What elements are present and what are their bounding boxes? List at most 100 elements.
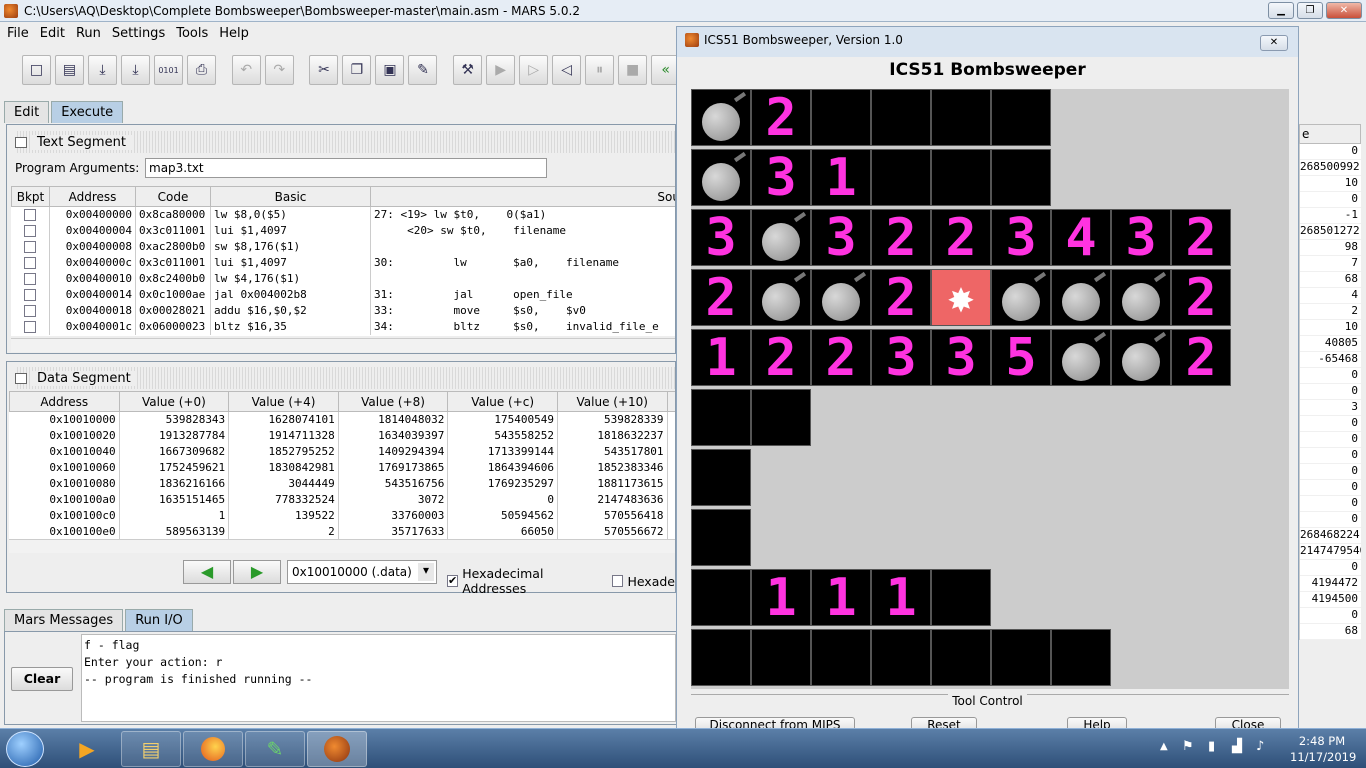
text-table-row[interactable]: 0x00400008 0xac2800b0 sw $8,176($1) [11,238,675,255]
cut-icon[interactable]: ✂ [309,55,339,85]
breakpoint-checkbox[interactable] [24,209,37,222]
clear-button[interactable]: Clear [11,667,73,691]
board-cell[interactable] [751,389,811,446]
board-cell[interactable]: 2 [691,269,751,326]
program-args-input[interactable]: map3.txt [145,158,547,178]
board-cell[interactable] [751,629,811,686]
backstep-icon[interactable]: ◁ [552,55,582,85]
board-cell[interactable]: 2 [931,209,991,266]
maximize-button[interactable]: ❐ [1297,2,1323,19]
undo-icon[interactable]: ↶ [231,55,261,85]
board-cell[interactable] [991,89,1051,146]
board-cell[interactable] [1051,329,1111,386]
breakpoint-checkbox[interactable] [24,289,37,301]
network-icon[interactable]: ▟ [1232,739,1242,754]
board-cell[interactable]: 3 [1111,209,1171,266]
start-button[interactable] [6,731,44,767]
run-icon[interactable]: ▶ [486,55,516,85]
board-cell[interactable] [991,629,1051,686]
board-cell[interactable] [691,449,751,506]
board-cell[interactable]: 3 [691,209,751,266]
board-cell[interactable] [931,569,991,626]
breakpoint-checkbox[interactable] [24,225,37,237]
new-file-icon[interactable]: □ [22,55,51,85]
board-cell[interactable] [1051,269,1111,326]
board-cell[interactable]: 3 [871,329,931,386]
board-cell[interactable] [691,149,751,206]
board-cell[interactable]: 2 [811,329,871,386]
board-cell[interactable]: 1 [811,149,871,206]
settings-icon[interactable]: ⚒ [453,55,483,85]
breakpoint-checkbox[interactable] [24,273,37,285]
step-icon[interactable]: ▷ [519,55,549,85]
text-table-row[interactable]: 0x0040001c 0x06000023 bltz $16,35 34: bltz … [11,318,675,335]
paste-icon[interactable]: ▣ [375,55,405,85]
data-table-row[interactable]: 0x10010020 1913287784 1914711328 1634039397… [9,427,675,444]
board-cell[interactable] [931,89,991,146]
run-io-console[interactable]: f - flag Enter your action: r -- program… [81,634,676,722]
board-cell[interactable] [991,149,1051,206]
board-cell[interactable] [931,629,991,686]
board-cell[interactable] [871,89,931,146]
board-cell[interactable]: 2 [1171,269,1231,326]
data-table-row[interactable]: 0x100100a0 1635151465 778332524 3072 0 214748… [9,491,675,508]
menu-help[interactable]: Help [219,26,249,41]
hex-values-checkbox[interactable] [612,575,624,587]
volume-icon[interactable]: ♪ [1256,739,1264,754]
board-cell[interactable] [811,269,871,326]
board-cell[interactable]: 2 [1171,209,1231,266]
board-cell[interactable]: 3 [751,149,811,206]
board-cell[interactable] [691,569,751,626]
clock[interactable]: 2:48 PM 11/17/2019 [1290,733,1356,765]
hex-addresses-checkbox[interactable]: ✔ [447,575,459,587]
game-board[interactable]: 2 3 1 3 3 2 2 3 4 3 2 2 2 ✸ 2 1 2 2 3 3 5 2 1 1 1 [691,89,1289,689]
board-cell[interactable]: ✸ [931,269,991,326]
data-table-row[interactable]: 0x10010040 1667309682 1852795252 1409294394… [9,443,675,460]
board-cell[interactable]: 3 [991,209,1051,266]
stop-icon[interactable]: ■ [618,55,648,85]
flag-icon[interactable]: ⚑ [1182,739,1194,754]
board-cell[interactable] [751,209,811,266]
firefox-icon[interactable] [183,731,243,767]
assemble-icon[interactable]: 0101 [154,55,183,85]
save-icon[interactable]: ⤓ [121,55,150,85]
close-button[interactable]: ✕ [1326,2,1362,19]
board-cell[interactable]: 2 [751,89,811,146]
redo-icon[interactable]: ↷ [264,55,294,85]
tab-run-io[interactable]: Run I/O [125,609,193,631]
board-cell[interactable]: 2 [871,269,931,326]
board-cell[interactable]: 2 [751,329,811,386]
show-hidden-icons[interactable]: ▲ [1160,741,1168,752]
data-table-row[interactable]: 0x10010060 1752459621 1830842981 1769173865… [9,459,675,476]
board-cell[interactable] [1051,629,1111,686]
print-icon[interactable]: ⎙ [187,55,216,85]
data-horizontal-scrollbar[interactable] [9,539,675,553]
tab-mars-messages[interactable]: Mars Messages [4,609,124,631]
board-cell[interactable]: 5 [991,329,1051,386]
menu-tools[interactable]: Tools [176,26,208,41]
data-table-row[interactable]: 0x100100c0 1 139522 33760003 50594562 5705564… [9,507,675,524]
menu-run[interactable]: Run [76,26,101,41]
media-player-icon[interactable]: ▶ [58,731,116,767]
menu-settings[interactable]: Settings [112,26,165,41]
board-cell[interactable]: 3 [811,209,871,266]
board-cell[interactable] [691,629,751,686]
board-cell[interactable] [811,629,871,686]
breakpoint-checkbox[interactable] [24,305,37,317]
text-table-row[interactable]: 0x0040000c 0x3c011001 lui $1,4097 30: lw $a… [11,254,675,271]
board-cell[interactable]: 1 [871,569,931,626]
breakpoint-checkbox[interactable] [24,321,37,333]
board-cell[interactable] [691,89,751,146]
data-table-row[interactable]: 0x10010080 1836216166 3044449 543516756 1769… [9,475,675,492]
menu-edit[interactable]: Edit [40,26,65,41]
text-table-row[interactable]: 0x00400014 0x0c1000ae jal 0x004002b8 31: ja… [11,286,675,303]
prev-page-button[interactable]: ◀ [183,560,231,584]
board-cell[interactable] [1111,269,1171,326]
text-table-row[interactable]: 0x00400004 0x3c011001 lui $1,4097 <20> sw … [11,222,675,239]
text-table-row[interactable]: 0x00400018 0x00028021 addu $16,$0,$2 33: mo… [11,302,675,319]
board-cell[interactable] [691,389,751,446]
device-icon[interactable]: ▮ [1208,739,1215,754]
copy-icon[interactable]: ❐ [342,55,372,85]
segment-select[interactable]: 0x10010000 (.data) ▾ [287,560,437,584]
menu-file[interactable]: File [7,26,29,41]
